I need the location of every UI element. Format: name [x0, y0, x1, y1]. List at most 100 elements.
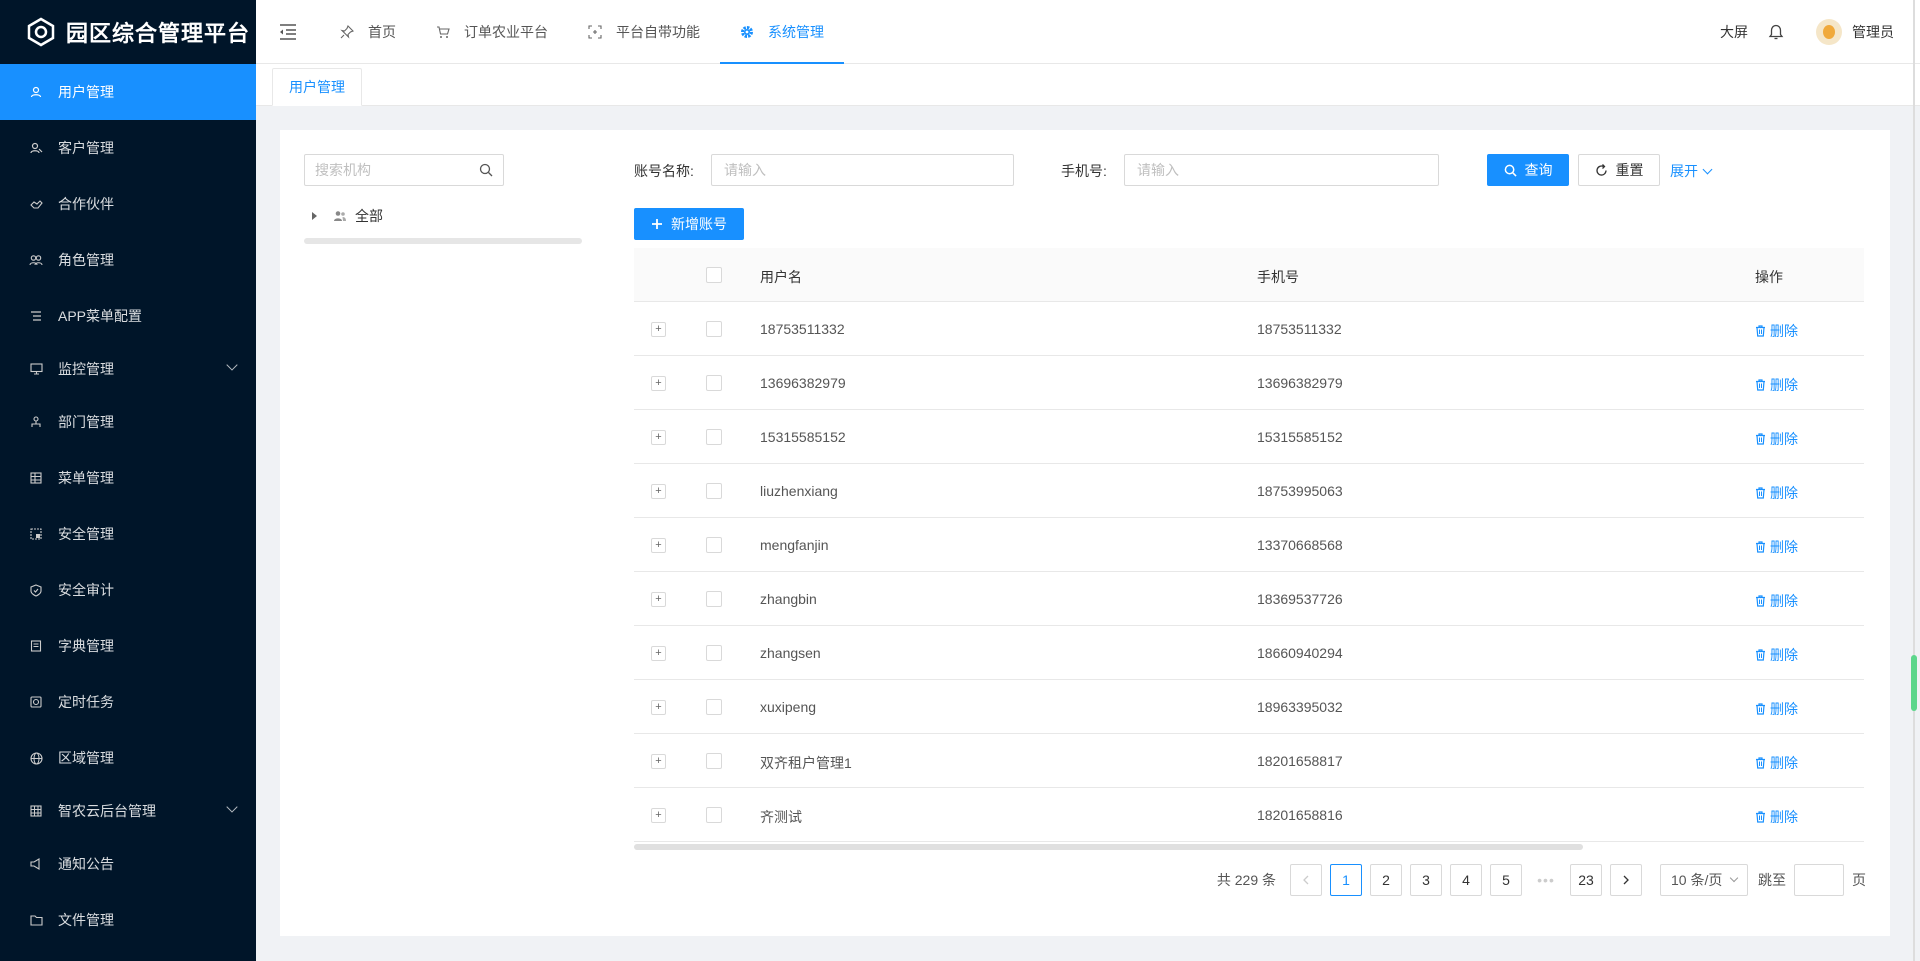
- top-nav-label: 订单农业平台: [464, 23, 548, 40]
- row-checkbox[interactable]: [706, 807, 722, 823]
- phone-input[interactable]: 请输入: [1124, 154, 1439, 186]
- page-button-last[interactable]: 23: [1570, 864, 1602, 896]
- top-nav-home[interactable]: 首页: [320, 0, 416, 64]
- row-checkbox[interactable]: [706, 645, 722, 661]
- expand-filters-link[interactable]: 展开: [1670, 161, 1713, 181]
- delete-button[interactable]: 删除: [1755, 483, 1798, 503]
- notification-bell[interactable]: [1768, 24, 1784, 41]
- sidebar-item-region-management[interactable]: 区域管理: [0, 730, 256, 786]
- page-button-5[interactable]: 5: [1490, 864, 1522, 896]
- row-checkbox[interactable]: [706, 753, 722, 769]
- delete-button[interactable]: 删除: [1755, 321, 1798, 341]
- sidebar-item-dictionary-management[interactable]: 字典管理: [0, 618, 256, 674]
- sidebar-item-security-management[interactable]: 安全管理: [0, 506, 256, 562]
- sidebar-item-menu-management[interactable]: 菜单管理: [0, 450, 256, 506]
- top-nav-builtin-functions[interactable]: 平台自带功能: [568, 0, 720, 64]
- top-nav-order-agriculture[interactable]: 订单农业平台: [416, 0, 568, 64]
- row-checkbox[interactable]: [706, 699, 722, 715]
- sidebar-item-department-management[interactable]: 部门管理: [0, 394, 256, 450]
- select-all-checkbox[interactable]: [706, 267, 722, 283]
- sidebar-item-role-management[interactable]: 角色管理: [0, 232, 256, 288]
- org-search-input[interactable]: 搜索机构: [304, 154, 504, 186]
- expand-row-button[interactable]: +: [651, 322, 666, 337]
- top-nav-system-management[interactable]: 系统管理: [720, 0, 844, 64]
- pagination-ellipsis[interactable]: •••: [1530, 872, 1562, 888]
- expand-row-button[interactable]: +: [651, 430, 666, 445]
- delete-button[interactable]: 删除: [1755, 645, 1798, 665]
- delete-label: 删除: [1770, 431, 1798, 447]
- sidebar-item-announcements[interactable]: 通知公告: [0, 836, 256, 892]
- delete-button[interactable]: 删除: [1755, 807, 1798, 827]
- delete-label: 删除: [1770, 701, 1798, 717]
- jump-to-input[interactable]: [1794, 864, 1844, 896]
- sidebar-item-file-management[interactable]: 文件管理: [0, 892, 256, 948]
- top-nav-label: 首页: [368, 23, 396, 40]
- chevron-down-icon: [1702, 164, 1713, 174]
- delete-button[interactable]: 删除: [1755, 429, 1798, 449]
- prev-page-button[interactable]: [1290, 864, 1322, 896]
- row-checkbox[interactable]: [706, 429, 722, 445]
- page-scrollbar[interactable]: [1910, 0, 1918, 961]
- tree-node-all[interactable]: 全部: [312, 206, 383, 226]
- expand-row-button[interactable]: +: [651, 376, 666, 391]
- expand-row-button[interactable]: +: [651, 592, 666, 607]
- sidebar-item-partners[interactable]: 合作伙伴: [0, 176, 256, 232]
- column-header-phone[interactable]: 手机号: [1257, 267, 1299, 287]
- account-name-label: 账号名称:: [634, 163, 694, 179]
- expand-row-button[interactable]: +: [651, 538, 666, 553]
- user-menu[interactable]: 管理员: [1816, 19, 1894, 45]
- page-button-1[interactable]: 1: [1330, 864, 1362, 896]
- delete-button[interactable]: 删除: [1755, 591, 1798, 611]
- pin-icon: [340, 24, 354, 39]
- delete-label: 删除: [1770, 539, 1798, 555]
- row-checkbox[interactable]: [706, 375, 722, 391]
- team-icon: [333, 210, 347, 222]
- page-button-4[interactable]: 4: [1450, 864, 1482, 896]
- pagination-total: 共 229 条: [1216, 872, 1276, 888]
- row-checkbox[interactable]: [706, 321, 722, 337]
- add-account-button[interactable]: 新增账号: [634, 208, 744, 240]
- sidebar-item-security-audit[interactable]: 安全审计: [0, 562, 256, 618]
- sidebar-item-smart-agri-cloud[interactable]: 智农云后台管理: [0, 786, 256, 836]
- account-name-input[interactable]: 请输入: [711, 154, 1014, 186]
- delete-button[interactable]: 删除: [1755, 753, 1798, 773]
- search-icon[interactable]: [479, 163, 493, 180]
- delete-button[interactable]: 删除: [1755, 375, 1798, 395]
- expand-row-button[interactable]: +: [651, 808, 666, 823]
- expand-row-button[interactable]: +: [651, 700, 666, 715]
- table-horizontal-scrollbar[interactable]: [634, 844, 1583, 850]
- delete-button[interactable]: 删除: [1755, 699, 1798, 719]
- collapse-sidebar-button[interactable]: [256, 0, 320, 64]
- tab-user-management[interactable]: 用户管理: [272, 68, 362, 106]
- expand-row-button[interactable]: +: [651, 484, 666, 499]
- column-header-username[interactable]: 用户名: [760, 267, 802, 287]
- table-row: + liuzhenxiang 18753995063 删除: [634, 464, 1864, 518]
- query-button[interactable]: 查询: [1487, 154, 1569, 186]
- cell-phone: 13696382979: [1257, 375, 1343, 391]
- sidebar-item-app-menu-config[interactable]: APP菜单配置: [0, 288, 256, 344]
- tree-scrollbar[interactable]: [304, 238, 582, 244]
- caret-right-icon[interactable]: [312, 212, 317, 220]
- expand-row-button[interactable]: +: [651, 646, 666, 661]
- menu-grid-icon: [28, 470, 44, 486]
- row-checkbox[interactable]: [706, 591, 722, 607]
- sidebar-item-label: 通知公告: [58, 856, 114, 872]
- page-button-3[interactable]: 3: [1410, 864, 1442, 896]
- expand-row-button[interactable]: +: [651, 754, 666, 769]
- page-size-select[interactable]: 10 条/页: [1660, 864, 1748, 896]
- sidebar-item-user-management[interactable]: 用户管理: [0, 64, 256, 120]
- sidebar-item-monitor-management[interactable]: 监控管理: [0, 344, 256, 394]
- delete-label: 删除: [1770, 593, 1798, 609]
- page-button-2[interactable]: 2: [1370, 864, 1402, 896]
- page-scrollbar-thumb[interactable]: [1911, 655, 1917, 711]
- big-screen-link[interactable]: 大屏: [1720, 22, 1748, 42]
- next-page-button[interactable]: [1610, 864, 1642, 896]
- sidebar-item-scheduled-tasks[interactable]: 定时任务: [0, 674, 256, 730]
- row-checkbox[interactable]: [706, 483, 722, 499]
- delete-button[interactable]: 删除: [1755, 537, 1798, 557]
- row-checkbox[interactable]: [706, 537, 722, 553]
- app-logo[interactable]: 园区综合管理平台: [0, 0, 256, 64]
- reset-button[interactable]: 重置: [1578, 154, 1660, 186]
- sidebar-item-customer-management[interactable]: 客户管理: [0, 120, 256, 176]
- trash-icon: [1755, 325, 1766, 337]
